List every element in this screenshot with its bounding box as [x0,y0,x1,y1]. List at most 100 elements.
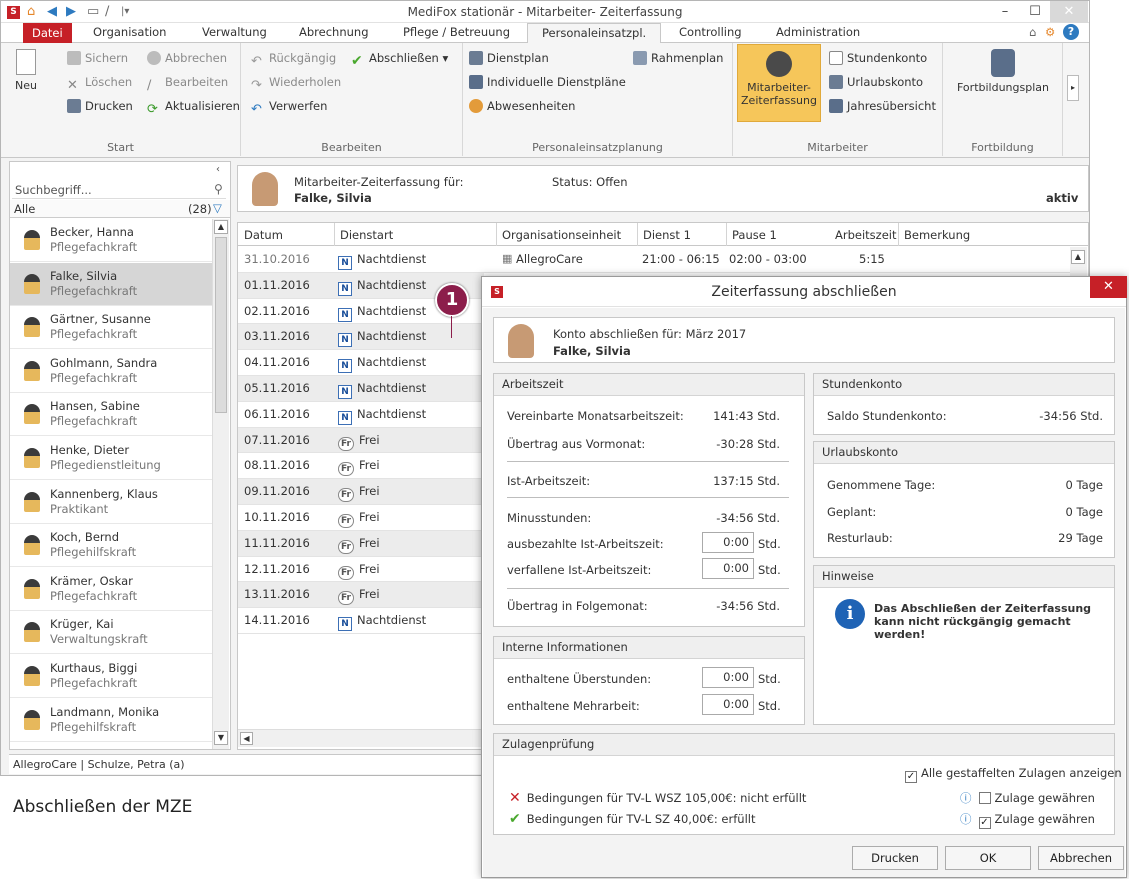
filter-icon[interactable]: ▽ [213,201,222,215]
horizontal-scrollbar[interactable]: ◀ [238,729,484,747]
minimize-icon[interactable]: – [990,1,1020,23]
zulage-gewaehren-wsz[interactable]: ⓘ Zulage gewähren [960,790,1095,806]
scroll-up-icon[interactable]: ▲ [214,220,228,234]
table-row[interactable]: 13.11.2016 Fr Frei [238,582,484,609]
zulage-gewaehren-sz[interactable]: ⓘ ✓ Zulage gewähren [960,811,1095,829]
tab-controlling[interactable]: Controlling [679,25,742,39]
ueberstunden-label: enthaltene Überstunden: [507,672,652,686]
dienstplan-button[interactable]: Dienstplan [469,51,549,65]
discard-button[interactable]: ↶ Verwerfen [251,99,327,117]
scroll-left-icon[interactable]: ◀ [240,732,253,745]
column-header-datum[interactable]: Datum [244,228,283,242]
dialog-close-icon[interactable]: ✕ [1090,276,1127,298]
table-row[interactable]: 07.11.2016 Fr Frei [238,427,484,454]
table-row[interactable]: 11.11.2016 Fr Frei [238,530,484,557]
column-header-arbeitszeit[interactable]: Arbeitszeit [835,228,896,242]
interne-header: Interne Informationen [494,637,804,659]
employee-list-item[interactable]: Kannenberg, Klaus Praktikant [10,481,212,524]
employee-list-item[interactable]: Gohlmann, Sandra Pflegefachkraft [10,350,212,393]
table-row[interactable]: 12.11.2016 Fr Frei [238,557,484,583]
info-small-icon[interactable]: ⓘ [960,812,972,826]
tab-datei[interactable]: Datei [23,23,72,43]
filter-label[interactable]: Alle [14,202,35,216]
edit-button[interactable]: ∕ Bearbeiten [147,75,228,93]
close-icon[interactable]: ✕ [1050,1,1088,23]
jahresuebersicht-button[interactable]: Jahresübersicht [829,99,936,113]
employee-list-item[interactable]: Henke, Dieter Pflegedienstleitung [10,437,212,480]
table-row[interactable]: 05.11.2016 N Nachtdienst [238,376,484,402]
help-icon[interactable]: ? [1063,24,1079,40]
employee-list-item[interactable]: Becker, Hanna Pflegefachkraft [10,219,212,262]
list-scrollbar[interactable]: ▲ ▼ [212,219,229,749]
checkbox-checked[interactable]: ✓ [905,771,917,783]
employee-list-item[interactable]: Falke, Silvia Pflegefachkraft [10,262,212,306]
ok-button[interactable]: OK [945,846,1031,870]
verfallen-input[interactable]: 0:00 [702,558,754,579]
complete-button[interactable]: ✔ Abschließen ▾ [351,51,448,68]
employee-list-item[interactable]: Kurthaus, Biggi Pflegefachkraft [10,655,212,698]
info-small-icon[interactable]: ⓘ [960,791,972,805]
individuelle-dienstplaene-button[interactable]: Individuelle Dienstpläne [469,75,626,89]
column-header-pause1[interactable]: Pause 1 [732,228,777,242]
employee-list-item[interactable]: Gärtner, Susanne Pflegefachkraft [10,306,212,350]
urlaubskonto-button[interactable]: Urlaubskonto [829,75,923,89]
rahmenplan-button[interactable]: Rahmenplan [633,51,723,65]
checkbox-unchecked[interactable] [978,792,991,804]
table-row[interactable]: 03.11.2016 N Nachtdienst [238,324,484,351]
column-header-bemerkung[interactable]: Bemerkung [904,228,970,242]
column-header-organisationseinheit[interactable]: Organisationseinheit [502,228,621,242]
print-button[interactable]: Drucken [852,846,938,870]
new-button[interactable]: Neu [11,49,41,92]
table-row[interactable]: 10.11.2016 Fr Frei [238,505,484,531]
undo-button[interactable]: ↶ Rückgängig [251,51,336,69]
print-button[interactable]: Drucken [67,99,133,113]
cancel-button[interactable]: Abbrechen [1038,846,1124,870]
tab-administration[interactable]: Administration [776,25,860,39]
row-dienstart: N Nachtdienst [338,608,426,633]
scroll-down-icon[interactable]: ▼ [214,731,228,745]
delete-button[interactable]: ✕ Löschen [67,75,132,93]
collapse-panel-icon[interactable]: ‹ [216,164,220,175]
refresh-button[interactable]: ⟳ Aktualisieren [147,99,240,117]
fortbildungsplan-button[interactable]: Fortbildungsplan [949,49,1057,94]
employee-list-item[interactable]: Koch, Bernd Pflegehilfskraft [10,524,212,568]
table-row[interactable]: 06.11.2016 N Nachtdienst [238,402,484,428]
tab-pflege-betreuung[interactable]: Pflege / Betreuung [403,25,510,39]
tab-organisation[interactable]: Organisation [93,25,166,39]
ribbon-scroll-right-icon[interactable]: ▸ [1067,75,1079,101]
row-dienstart: Fr Frei [338,479,380,504]
save-button[interactable]: Sichern [67,51,128,65]
search-input[interactable]: Suchbegriff... [12,181,226,199]
abwesenheiten-button[interactable]: Abwesenheiten [469,99,575,113]
employee-list-item[interactable]: Krüger, Kai Verwaltungskraft [10,611,212,655]
mitarbeiter-zeiterfassung-button[interactable]: Mitarbeiter- Zeiterfassung [737,44,821,122]
column-header-dienst1[interactable]: Dienst 1 [643,228,691,242]
maximize-icon[interactable]: ☐ [1020,1,1050,23]
employee-list-item[interactable]: Krämer, Oskar Pflegefachkraft [10,568,212,611]
cancel-button[interactable]: Abbrechen [147,51,227,65]
table-row[interactable]: 04.11.2016 N Nachtdienst [238,350,484,376]
column-header-dienstart[interactable]: Dienstart [340,228,393,242]
stundenkonto-button[interactable]: Stundenkonto [829,51,927,65]
settings-icon[interactable]: ⚙ [1045,25,1055,39]
collapse-ribbon-icon[interactable]: ⌂ [1029,25,1036,39]
tab-abrechnung[interactable]: Abrechnung [299,25,369,39]
employee-list-item[interactable]: Hansen, Sabine Pflegefachkraft [10,393,212,437]
row-date: 03.11.2016 [244,329,310,344]
table-scroll-up-icon[interactable]: ▲ [1071,250,1085,264]
scroll-thumb[interactable] [215,237,227,413]
undo-icon: ↶ [251,54,262,69]
ueberstunden-input[interactable]: 0:00 [702,667,754,688]
tab-verwaltung[interactable]: Verwaltung [202,25,267,39]
mehrarbeit-input[interactable]: 0:00 [702,694,754,715]
search-icon[interactable]: ⚲ [214,182,223,196]
show-all-checkbox[interactable]: ✓ Alle gestaffelten Zulagen anzeigen [903,766,1122,783]
table-row[interactable]: 08.11.2016 Fr Frei [238,453,484,480]
employee-list-item[interactable]: Landmann, Monika Pflegehilfskraft [10,699,212,742]
checkbox-checked[interactable]: ✓ [978,817,991,829]
ausbezahlt-input[interactable]: 0:00 [702,532,754,553]
tab-personaleinsatzplanung[interactable]: Personaleinsatzpl. [527,23,662,44]
table-row[interactable]: 14.11.2016 N Nachtdienst [238,608,484,634]
redo-button[interactable]: ↷ Wiederholen [251,75,341,93]
table-row[interactable]: 09.11.2016 Fr Frei [238,479,484,505]
